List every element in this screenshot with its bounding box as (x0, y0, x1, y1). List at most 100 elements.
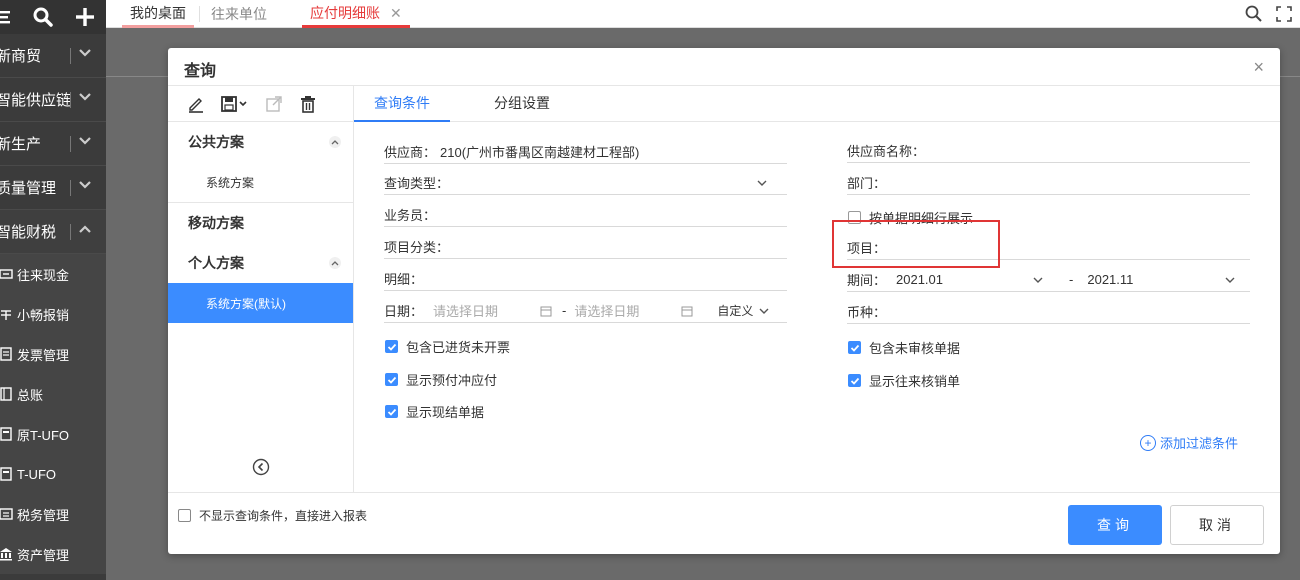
save-icon[interactable] (220, 94, 250, 114)
sidebar-item-reimburse[interactable]: 小畅报销 (0, 294, 106, 334)
calendar-icon[interactable] (681, 305, 693, 317)
date-mode-select[interactable]: 自定义 (717, 302, 753, 319)
chevron-down-icon[interactable] (78, 134, 92, 148)
search-icon[interactable] (1244, 4, 1264, 24)
collapse-left-icon[interactable] (252, 458, 270, 476)
edit-icon[interactable] (186, 94, 206, 114)
supplier-field[interactable]: 供应商： 210(广州市番禺区南越建材工程部) (384, 140, 787, 164)
date-range-field[interactable]: 日期： 请选择日期 - 请选择日期 自定义 (384, 299, 787, 323)
chevron-down-icon[interactable] (1033, 275, 1043, 285)
scheme-item-label: 系统方案 (206, 175, 255, 190)
sidebar-item-tufo[interactable]: T-UFO (0, 454, 106, 494)
check-icon[interactable] (385, 340, 398, 353)
chevron-down-icon[interactable] (1225, 275, 1235, 285)
salesman-field[interactable]: 业务员： (384, 203, 787, 227)
supplier-name-field[interactable]: 供应商名称： (847, 139, 1250, 163)
scheme-item-system-default[interactable]: 系统方案(默认) (168, 283, 353, 323)
sidebar-item-label: T-UFO (17, 466, 56, 482)
sidebar-separator (70, 48, 71, 64)
sidebar-group-label: 智能供应链 (0, 92, 72, 109)
tab-group-settings[interactable]: 分组设置 (494, 86, 550, 122)
period-end-select[interactable]: 2021.11 (1087, 272, 1133, 287)
chevron-up-icon[interactable] (78, 222, 92, 236)
close-icon[interactable]: × (1253, 57, 1264, 78)
chevron-down-icon[interactable] (78, 178, 92, 192)
project-category-field[interactable]: 项目分类： (384, 235, 787, 259)
scheme-item-system[interactable]: 系统方案 (168, 162, 353, 202)
period-range-field[interactable]: 期间： 2021.01 - 2021.11 (847, 268, 1250, 292)
sidebar-group-supply-chain[interactable]: 智能供应链 (0, 78, 106, 122)
ledger-icon (0, 387, 12, 401)
check-icon[interactable] (848, 374, 861, 387)
add-filter-button[interactable]: + 添加过滤条件 (1140, 433, 1238, 452)
query-button[interactable]: 查询 (1068, 505, 1162, 545)
sidebar-item-invoice[interactable]: 发票管理 (0, 334, 106, 374)
scheme-section-public[interactable]: 公共方案 (168, 122, 353, 162)
close-icon[interactable]: ✕ (390, 5, 402, 21)
detail-field[interactable]: 明细： (384, 267, 787, 291)
app-sidebar: 新商贸 智能供应链 新生产 质量管理 智能财税 往来现金 小畅报销 发票管理 总… (0, 0, 106, 580)
sidebar-item-old-tufo[interactable]: 原T-UFO (0, 414, 106, 454)
check-icon[interactable] (848, 341, 861, 354)
calendar-icon[interactable] (540, 305, 552, 317)
scheme-panel: 公共方案 系统方案 移动方案 个人方案 系统方案(默认) (168, 86, 354, 492)
scheme-section-personal[interactable]: 个人方案 (168, 243, 353, 283)
sidebar-item-tax[interactable]: 税务管理 (0, 494, 106, 534)
field-label: 业务员： (384, 208, 437, 223)
chevron-down-icon[interactable] (78, 46, 92, 60)
period-start-select[interactable]: 2021.01 (896, 272, 943, 287)
start-date-input[interactable]: 请选择日期 (433, 301, 498, 320)
date-range-dash: - (562, 303, 567, 318)
tab-partners[interactable]: 往来单位 (203, 0, 275, 28)
tab-query-conditions[interactable]: 查询条件 (354, 86, 450, 122)
include-unaudited-checkbox[interactable]: 包含未审核单据 (848, 338, 960, 357)
sidebar-item-assets[interactable]: 资产管理 (0, 534, 106, 574)
asset-icon (0, 548, 12, 561)
checkbox-box[interactable] (178, 509, 191, 522)
field-label: 项目分类： (384, 240, 450, 255)
currency-field[interactable]: 币种： (847, 300, 1250, 324)
include-uninvoiced-checkbox[interactable]: 包含已进货未开票 (385, 337, 510, 356)
query-type-select[interactable]: 查询类型： (384, 171, 787, 195)
dialog-footer: 不显示查询条件，直接进入报表 查询 取消 (168, 492, 1280, 554)
show-prepay-offset-checkbox[interactable]: 显示预付冲应付 (385, 370, 497, 389)
dialog-header: 查询 × (168, 48, 1280, 86)
fullscreen-icon[interactable] (1274, 4, 1294, 24)
sidebar-item-label: 税务管理 (17, 507, 70, 523)
check-icon[interactable] (385, 405, 398, 418)
show-cash-settled-checkbox[interactable]: 显示现结单据 (385, 402, 484, 421)
tab-label: 我的桌面 (130, 5, 186, 21)
search-icon[interactable] (26, 0, 60, 34)
sidebar-sub-list: 往来现金 小畅报销 发票管理 总账 原T-UFO T-UFO 税务管理 资产管理 (0, 254, 106, 574)
sidebar-group-production[interactable]: 新生产 (0, 122, 106, 166)
end-date-input[interactable]: 请选择日期 (574, 301, 639, 320)
chevron-down-icon[interactable] (757, 178, 767, 188)
export-icon[interactable] (264, 94, 284, 114)
sidebar-item-ledger[interactable]: 总账 (0, 374, 106, 414)
chevron-down-icon[interactable] (78, 90, 92, 104)
tax-icon (0, 508, 13, 520)
chevron-up-icon[interactable] (329, 136, 341, 148)
delete-icon[interactable] (298, 94, 318, 114)
show-writeoff-checkbox[interactable]: 显示往来核销单 (848, 371, 960, 390)
sidebar-group-quality[interactable]: 质量管理 (0, 166, 106, 210)
sidebar-group-trade[interactable]: 新商贸 (0, 34, 106, 78)
field-value: 210(广州市番禺区南越建材工程部) (440, 145, 640, 160)
add-icon[interactable] (68, 0, 102, 34)
tab-payable-ledger[interactable]: 应付明细账 ✕ (302, 0, 410, 28)
chevron-up-icon[interactable] (329, 257, 341, 269)
check-icon[interactable] (385, 373, 398, 386)
chevron-down-icon[interactable] (759, 306, 769, 316)
sidebar-item-label: 小畅报销 (17, 307, 70, 323)
department-field[interactable]: 部门： (847, 171, 1250, 195)
sidebar-group-finance-tax[interactable]: 智能财税 (0, 210, 106, 254)
skip-conditions-checkbox[interactable]: 不显示查询条件，直接进入报表 (178, 507, 367, 524)
menu-icon[interactable] (0, 0, 14, 34)
tab-label: 应付明细账 (310, 5, 380, 21)
cancel-button[interactable]: 取消 (1170, 505, 1264, 545)
scheme-section-mobile[interactable]: 移动方案 (168, 203, 353, 243)
sidebar-group-label: 新商贸 (0, 48, 42, 65)
sidebar-item-cash[interactable]: 往来现金 (0, 254, 106, 294)
report-icon (0, 467, 12, 481)
tab-desktop[interactable]: 我的桌面 (122, 0, 194, 28)
